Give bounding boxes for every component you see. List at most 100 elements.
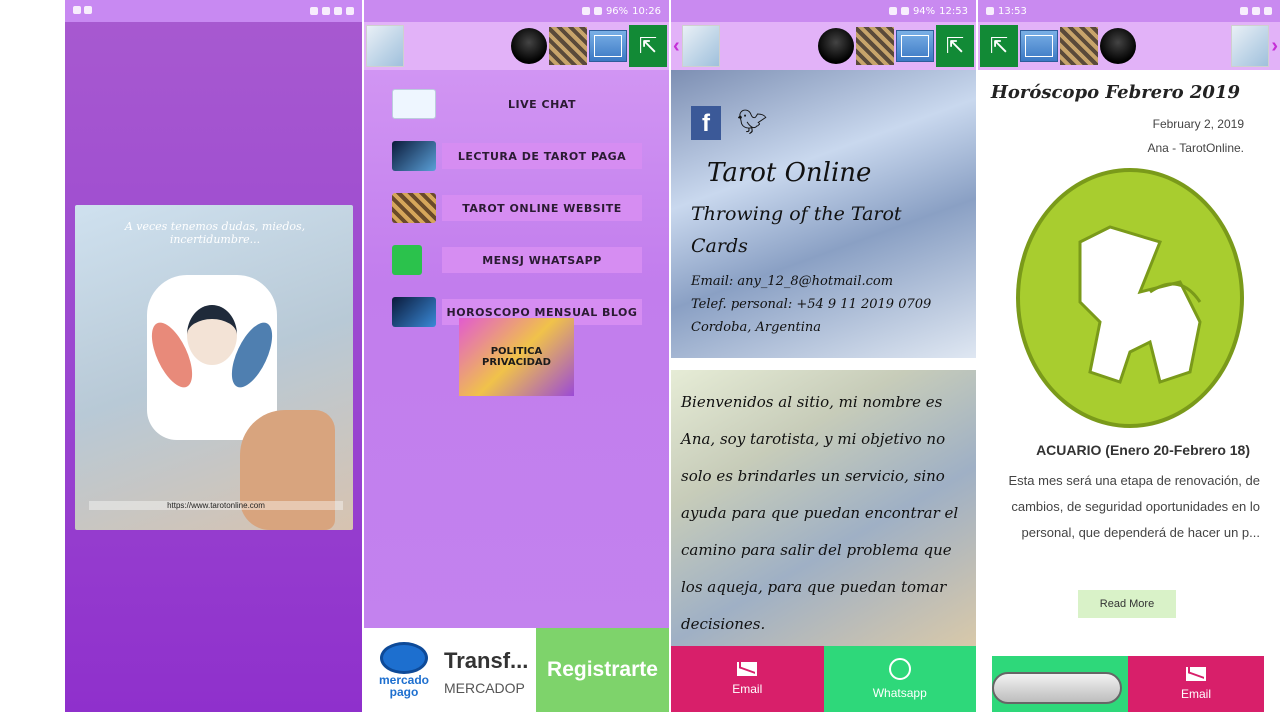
clock-text: 13:53 — [998, 5, 1027, 17]
contact-location: Cordoba, Argentina — [691, 320, 821, 335]
post-meta: February 2, 2019 Ana - TarotOnline. — [1148, 112, 1245, 160]
intro-section: Bienvenidos al sitio, mi nombre es Ana, … — [671, 370, 976, 648]
status-right-icons: 96% 10:26 — [581, 5, 661, 17]
menu-item-whatsapp[interactable]: MENSJ WHATSAPP — [392, 234, 642, 286]
profile-avatar[interactable] — [818, 28, 854, 64]
menu-item-label: LECTURA DE TAROT PAGA — [442, 143, 642, 169]
main-menu: LIVE CHAT LECTURA DE TAROT PAGA TAROT ON… — [392, 78, 642, 338]
clock-text: 12:53 — [939, 5, 968, 17]
status-right-icons — [1240, 7, 1272, 15]
whatsapp-label: Whatsapp — [872, 686, 927, 700]
email-label: Email — [732, 682, 763, 696]
status-right-icons: 94% 12:53 — [888, 5, 968, 17]
status-bar — [65, 0, 362, 22]
splash-screen: A veces tenemos dudas, miedos, incertidu… — [65, 0, 362, 712]
status-bar: 96% 10:26 — [364, 0, 669, 22]
woman-illustration — [187, 305, 237, 365]
qr-code-icon[interactable] — [856, 27, 894, 65]
menu-item-label: MENSJ WHATSAPP — [442, 247, 642, 273]
ad-text: Transf... MERCADOP — [444, 628, 536, 712]
social-links: f 🐦︎ — [691, 106, 767, 140]
tarot-paid-icon — [392, 141, 436, 171]
sign-description: Esta mes será una etapa de renovación, d… — [1008, 473, 1261, 540]
app-logo-icon[interactable] — [1231, 25, 1270, 67]
top-toolbar: ⇱ — [364, 22, 669, 70]
menu-item-live-chat[interactable]: LIVE CHAT — [392, 78, 642, 130]
privacy-policy-button[interactable]: POLITICA PRIVACIDAD — [459, 318, 574, 396]
post-title: Horóscopo Febrero 2019 — [990, 82, 1240, 103]
website-icon — [392, 193, 436, 223]
exit-icon[interactable]: ⇱ — [980, 25, 1018, 67]
menu-item-label: LIVE CHAT — [508, 97, 576, 111]
post-date: February 2, 2019 — [1152, 117, 1244, 131]
envelope-icon — [1186, 667, 1206, 681]
status-left-icons: 13:53 — [986, 6, 1027, 17]
hand-image — [240, 410, 335, 530]
whatsapp-icon — [888, 658, 911, 680]
splash-image: A veces tenemos dudas, miedos, incertidu… — [75, 205, 353, 530]
facebook-icon[interactable]: f — [691, 106, 721, 140]
profile-avatar[interactable] — [511, 28, 547, 64]
splash-url: https://www.tarotonline.com — [89, 501, 343, 510]
whatsapp-button[interactable] — [992, 656, 1128, 712]
menu-item-label: TAROT ONLINE WEBSITE — [442, 195, 642, 221]
hero-banner: f 🐦︎ Tarot Online Throwing of the Tarot … — [671, 70, 976, 358]
whatsapp-icon — [392, 245, 422, 275]
twitter-icon[interactable]: 🐦︎ — [737, 106, 767, 140]
zoom-control[interactable] — [992, 672, 1122, 704]
chevron-right-icon[interactable]: › — [1271, 35, 1278, 58]
bottom-action-bar: Email Whatsapp — [671, 646, 976, 712]
handshake-icon — [380, 642, 428, 674]
menu-item-website[interactable]: TAROT ONLINE WEBSITE — [392, 182, 642, 234]
contact-phone: Telef. personal: +54 9 11 2019 0709 — [691, 297, 932, 312]
status-bar: 13:53 — [978, 0, 1280, 22]
hero-title: Tarot Online — [707, 158, 872, 188]
ad-subtitle: MERCADOP — [444, 680, 525, 696]
battery-text: 94% — [912, 5, 936, 17]
mail-icon[interactable] — [589, 30, 627, 62]
splash-caption: A veces tenemos dudas, miedos, incertidu… — [124, 220, 306, 246]
app-logo-icon[interactable] — [366, 25, 404, 67]
aquarius-symbol — [1078, 225, 1202, 384]
top-toolbar: ‹ ⇱ — [671, 22, 976, 70]
email-button[interactable]: Email — [1128, 656, 1264, 712]
ad-title: Transf... — [444, 648, 529, 673]
contact-info: Email: any_12_8@hotmail.com Telef. perso… — [691, 270, 971, 339]
mercadopago-logo: mercado pago — [364, 628, 444, 712]
envelope-icon — [737, 662, 758, 676]
intro-text: Bienvenidos al sitio, mi nombre es Ana, … — [681, 393, 959, 633]
menu-screen: 96% 10:26 ⇱ LIVE CHAT LECTURA DE TAROT P… — [364, 0, 669, 712]
blog-post-screen: 13:53 ⇱ › Horóscopo Febrero 2019 Februar… — [978, 0, 1280, 712]
status-left-icons — [73, 5, 93, 17]
email-button[interactable]: Email — [671, 646, 824, 712]
logo-text-line2: pago — [389, 685, 419, 699]
whatsapp-button[interactable]: Whatsapp — [823, 646, 976, 712]
read-more-button[interactable]: Read More — [1078, 590, 1176, 618]
top-toolbar: ⇱ › — [978, 22, 1280, 70]
status-right-icons — [310, 7, 354, 15]
qr-code-icon[interactable] — [1060, 27, 1098, 65]
post-author: Ana - TarotOnline. — [1147, 141, 1245, 155]
home-screen: 94% 12:53 ‹ ⇱ f 🐦︎ Tarot Online Throwing… — [671, 0, 976, 712]
mail-icon[interactable] — [1020, 30, 1058, 62]
status-bar: 94% 12:53 — [671, 0, 976, 22]
bottom-action-bar: Email — [992, 656, 1264, 712]
qr-code-icon[interactable] — [549, 27, 587, 65]
mail-icon[interactable] — [896, 30, 934, 62]
aquarius-icon — [1016, 168, 1244, 428]
privacy-policy-label: POLITICA PRIVACIDAD — [482, 346, 551, 368]
exit-icon[interactable]: ⇱ — [936, 25, 974, 67]
register-button[interactable]: Registrarte — [536, 628, 669, 712]
clock-text: 10:26 — [632, 5, 661, 17]
profile-avatar[interactable] — [1100, 28, 1136, 64]
sign-name: ACUARIO (Enero 20-Febrero 18) — [1036, 442, 1250, 458]
menu-item-tarot-paga[interactable]: LECTURA DE TAROT PAGA — [392, 130, 642, 182]
app-logo-icon[interactable] — [681, 25, 720, 67]
chevron-left-icon[interactable]: ‹ — [673, 35, 680, 58]
exit-icon[interactable]: ⇱ — [629, 25, 667, 67]
ad-banner[interactable]: mercado pago Transf... MERCADOP Registra… — [364, 628, 669, 712]
chat-icon — [392, 89, 436, 119]
sticker-illustration — [143, 275, 281, 440]
horoscope-icon — [392, 297, 436, 327]
email-label: Email — [1180, 687, 1211, 701]
